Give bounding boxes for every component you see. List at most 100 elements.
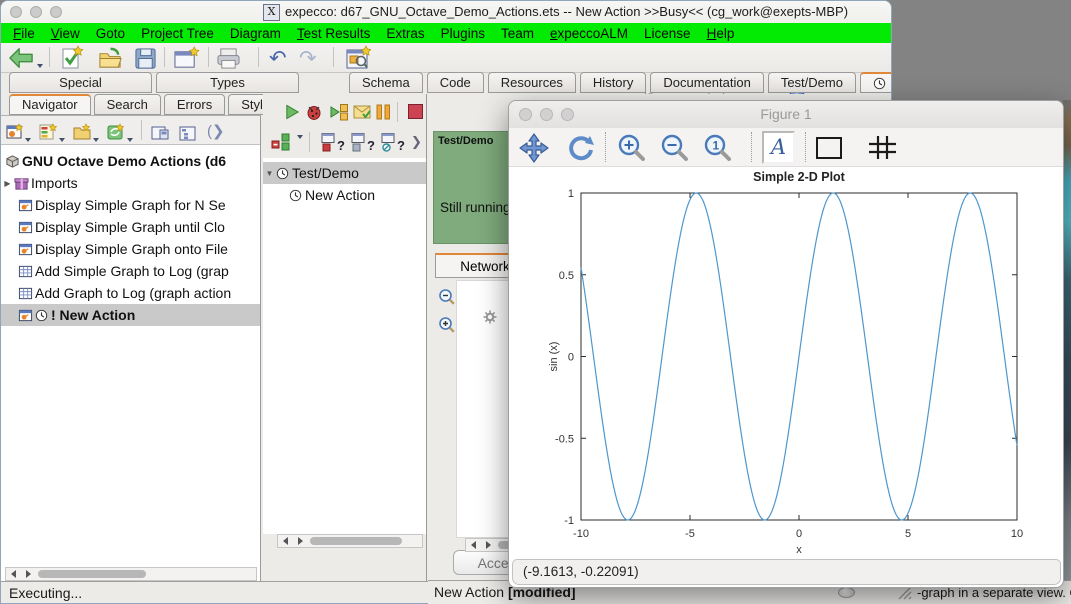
- zoom-in-icon[interactable]: [438, 316, 456, 339]
- menu-expeccoalm[interactable]: expeccoALM: [542, 26, 636, 41]
- menu-team[interactable]: Team: [493, 26, 542, 41]
- scroll-right-icon[interactable]: [486, 541, 491, 549]
- toolbar-separator: [141, 120, 142, 140]
- menu-file[interactable]: File: [5, 26, 43, 41]
- find-browser-button[interactable]: [345, 45, 371, 71]
- menu-project-tree[interactable]: Project Tree: [133, 26, 222, 41]
- tree-item-display-simple-graph-for-n-se[interactable]: Display Simple Graph for N Se: [1, 194, 260, 216]
- save-button[interactable]: [134, 45, 157, 71]
- breakpoint-on-fail-icon[interactable]: ?: [321, 133, 347, 158]
- menu-goto[interactable]: Goto: [88, 26, 133, 41]
- new-list-icon[interactable]: [39, 119, 58, 145]
- tree-item-add-graph-to-log-graph-action[interactable]: Add Graph to Log (graph action: [1, 282, 260, 304]
- splitter-handle[interactable]: [838, 587, 855, 598]
- exec-item-new-action[interactable]: New Action: [263, 184, 426, 206]
- redo-button[interactable]: ↷: [299, 45, 317, 71]
- execution-status-bar: Executing...: [1, 581, 429, 604]
- execution-tree: ▼Test/DemoNew Action: [263, 162, 426, 206]
- show-details-icon[interactable]: [151, 120, 169, 146]
- debug-button[interactable]: [305, 103, 323, 126]
- plot-area[interactable]: Simple 2-D Plot-10-50510-1-0.500.51xsin …: [509, 166, 1064, 559]
- tree-view-icon[interactable]: [179, 120, 197, 146]
- tree-item-add-simple-graph-to-log-grap[interactable]: Add Simple Graph to Log (grap: [1, 260, 260, 282]
- rectangle-select-tool-icon[interactable]: [816, 137, 842, 159]
- scrollbar-thumb[interactable]: [38, 570, 146, 578]
- run-stepwise-button[interactable]: [330, 103, 349, 126]
- new-item-button[interactable]: [59, 45, 85, 71]
- run-with-report-button[interactable]: [353, 103, 371, 126]
- tab-special[interactable]: Special: [9, 72, 152, 93]
- horizontal-scrollbar[interactable]: [277, 534, 423, 548]
- more-icons-chevron[interactable]: ❯: [411, 134, 422, 150]
- grid-toggle-icon[interactable]: [869, 136, 896, 164]
- pause-button[interactable]: [376, 103, 391, 126]
- scroll-left-icon[interactable]: [11, 570, 16, 578]
- tree-item-display-simple-graph-until-clo[interactable]: Display Simple Graph until Clo: [1, 216, 260, 238]
- tab-types[interactable]: Types: [156, 72, 299, 93]
- menu-view[interactable]: View: [43, 26, 88, 41]
- toolbar-separator: [397, 102, 398, 122]
- clock-icon: [276, 167, 292, 180]
- tab-errors[interactable]: Errors: [164, 94, 225, 115]
- dropdown-icon[interactable]: [297, 139, 303, 157]
- tree-item-imports[interactable]: ▶Imports: [1, 172, 260, 194]
- execution-panel: ? ? ? ❯ ▼Test/DemoNew Action: [263, 94, 427, 581]
- tab-history[interactable]: History: [580, 72, 646, 93]
- menu-extras[interactable]: Extras: [378, 26, 432, 41]
- horizontal-scrollbar[interactable]: [5, 567, 257, 581]
- new-testplan-icon[interactable]: [6, 119, 25, 145]
- close-button[interactable]: [10, 6, 22, 18]
- zoom-original-tool-icon[interactable]: 1: [703, 133, 733, 168]
- zoom-out-tool-icon[interactable]: [660, 133, 690, 168]
- zoom-out-icon[interactable]: [438, 288, 456, 311]
- tab-search[interactable]: Search: [94, 94, 161, 115]
- window-titlebar[interactable]: X expecco: d67_GNU_Octave_Demo_Actions.e…: [1, 1, 891, 24]
- breakpoint-skip-icon[interactable]: ?: [351, 133, 377, 158]
- rotate-tool-icon[interactable]: [565, 133, 595, 168]
- tree-item-display-simple-graph-onto-file[interactable]: Display Simple Graph onto File: [1, 238, 260, 260]
- menu-plugins[interactable]: Plugins: [433, 26, 493, 41]
- tab-navigator[interactable]: Navigator: [9, 94, 91, 115]
- desktop-wallpaper: [1063, 100, 1071, 604]
- scrollbar-thumb[interactable]: [310, 537, 402, 545]
- scroll-left-icon[interactable]: [471, 541, 476, 549]
- tab-schema[interactable]: Schema: [349, 72, 423, 93]
- open-button[interactable]: [97, 45, 124, 71]
- text-annotation-tool-icon[interactable]: A: [762, 131, 795, 164]
- back-button[interactable]: [7, 45, 35, 71]
- exec-item-test-demo[interactable]: ▼Test/Demo: [263, 162, 426, 184]
- print-button[interactable]: [215, 45, 242, 71]
- tree-item-gnu-octave-demo-actions-d6[interactable]: GNU Octave Demo Actions (d6: [1, 150, 260, 172]
- collapse-expand-icons[interactable]: (❯: [207, 118, 225, 144]
- undo-button[interactable]: ↶: [269, 45, 287, 71]
- tab-run[interactable]: Run: [860, 72, 892, 93]
- menu-test-results[interactable]: Test Results: [289, 26, 379, 41]
- gear-icon[interactable]: [483, 310, 497, 329]
- minimize-button[interactable]: [30, 6, 42, 18]
- menu-license[interactable]: License: [636, 26, 699, 41]
- menu-diagram[interactable]: Diagram: [222, 26, 289, 41]
- new-resource-icon[interactable]: [107, 119, 126, 145]
- pan-tool-icon[interactable]: [519, 133, 549, 168]
- tab-code[interactable]: Code: [427, 72, 484, 93]
- figure-titlebar[interactable]: Figure 1: [509, 101, 1063, 129]
- tree-item-new-action[interactable]: ! New Action: [1, 304, 260, 326]
- maximize-button[interactable]: [50, 6, 62, 18]
- scroll-right-icon[interactable]: [298, 537, 303, 545]
- resize-grip-icon[interactable]: [898, 586, 912, 604]
- stop-button[interactable]: [407, 103, 424, 125]
- zoom-in-tool-icon[interactable]: [617, 133, 647, 168]
- new-window-button[interactable]: [173, 45, 200, 71]
- tab-resources[interactable]: Resources: [488, 72, 576, 93]
- menu-help[interactable]: Help: [699, 26, 743, 41]
- coverage-mode-icon[interactable]: [271, 133, 293, 156]
- expander-icon[interactable]: ▼: [263, 169, 276, 178]
- tab-test-demo[interactable]: Test/Demo: [768, 72, 856, 93]
- run-button[interactable]: [284, 103, 301, 126]
- tab-documentation[interactable]: Documentation: [650, 72, 763, 93]
- scroll-left-icon[interactable]: [283, 537, 288, 545]
- breakpoint-disabled-icon[interactable]: ?: [381, 133, 407, 158]
- expander-icon[interactable]: ▶: [1, 179, 14, 188]
- scroll-right-icon[interactable]: [26, 570, 31, 578]
- new-folder-icon[interactable]: [73, 119, 92, 145]
